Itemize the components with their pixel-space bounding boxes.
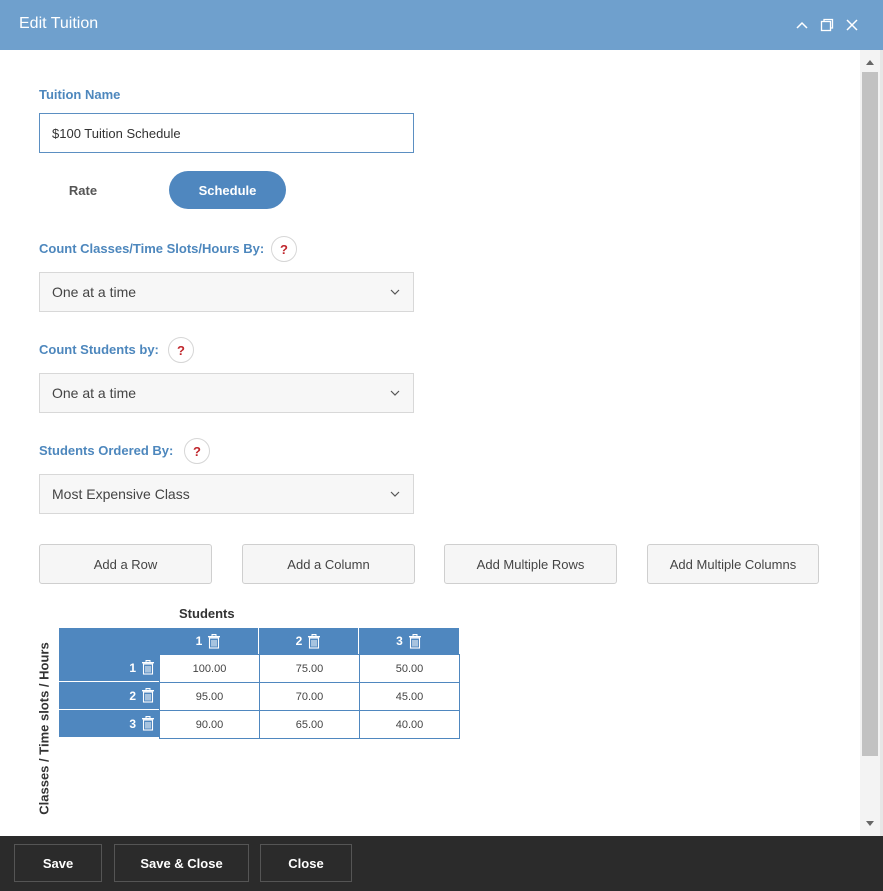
column-header-label: 1: [195, 634, 203, 648]
trash-icon: [142, 660, 154, 675]
minimize-button[interactable]: [793, 16, 811, 34]
count-classes-value: One at a time: [52, 284, 137, 300]
rate-cell[interactable]: 45.00: [359, 682, 460, 711]
trash-icon: [408, 633, 421, 649]
rate-cell[interactable]: 90.00: [159, 710, 260, 739]
add-column-button[interactable]: Add a Column: [242, 544, 415, 584]
count-classes-label: Count Classes/Time Slots/Hours By:: [39, 241, 265, 256]
footer-bar: Save Save & Close Close: [0, 836, 883, 891]
row-header-1: 1: [59, 654, 159, 682]
chevron-up-icon: [796, 21, 808, 29]
column-header-2: 2: [259, 628, 359, 654]
trash-icon: [142, 688, 154, 703]
save-button[interactable]: Save: [14, 844, 102, 882]
add-row-button[interactable]: Add a Row: [39, 544, 212, 584]
rate-cell[interactable]: 100.00: [159, 654, 260, 683]
scroll-down-button[interactable]: [860, 814, 880, 834]
trash-icon: [208, 633, 221, 649]
caret-down-icon: [866, 821, 874, 826]
column-header-label: 3: [396, 634, 403, 648]
delete-row-button[interactable]: [141, 660, 155, 675]
count-students-help-button[interactable]: ?: [168, 337, 194, 363]
row-header-3: 3: [59, 710, 159, 738]
students-ordered-help-button[interactable]: ?: [184, 438, 210, 464]
rate-toggle[interactable]: Rate: [39, 171, 127, 209]
edit-tuition-window: Edit Tuition Tuition Name $100 Tuition S…: [0, 0, 883, 891]
trash-icon: [308, 633, 321, 649]
students-ordered-value: Most Expensive Class: [52, 486, 190, 502]
window-title: Edit Tuition: [19, 15, 99, 32]
row-header-2: 2: [59, 682, 159, 710]
rate-cell[interactable]: 75.00: [259, 654, 360, 683]
delete-column-button[interactable]: [307, 633, 321, 649]
delete-column-button[interactable]: [408, 633, 422, 649]
students-axis-label: Students: [179, 606, 235, 621]
tuition-name-input[interactable]: $100 Tuition Schedule: [39, 113, 414, 153]
delete-column-button[interactable]: [207, 633, 221, 649]
delete-row-button[interactable]: [141, 716, 155, 731]
tuition-name-label: Tuition Name: [39, 87, 121, 102]
restore-icon: [820, 18, 834, 32]
vertical-scrollbar[interactable]: [860, 50, 880, 836]
title-bar: Edit Tuition: [0, 0, 883, 50]
close-window-button[interactable]: [843, 16, 861, 34]
count-classes-help-button[interactable]: ?: [271, 236, 297, 262]
chevron-down-icon: [390, 390, 400, 396]
chevron-down-icon: [390, 491, 400, 497]
schedule-toggle[interactable]: Schedule: [169, 171, 286, 209]
row-header-label: 1: [129, 660, 136, 675]
classes-axis-label-wrap: Classes / Time slots / Hours: [36, 640, 52, 818]
form-content: Tuition Name $100 Tuition Schedule Rate …: [0, 50, 860, 836]
row-header-label: 2: [129, 688, 136, 703]
scroll-thumb[interactable]: [862, 72, 878, 756]
students-ordered-select[interactable]: Most Expensive Class: [39, 474, 414, 514]
classes-axis-label: Classes / Time slots / Hours: [36, 642, 52, 815]
rate-cell[interactable]: 50.00: [359, 654, 460, 683]
delete-row-button[interactable]: [141, 688, 155, 703]
count-students-label: Count Students by:: [39, 342, 159, 357]
students-ordered-label: Students Ordered By:: [39, 443, 174, 458]
maximize-button[interactable]: [818, 16, 836, 34]
add-multiple-rows-button[interactable]: Add Multiple Rows: [444, 544, 617, 584]
rate-cell[interactable]: 70.00: [259, 682, 360, 711]
grid-corner: [59, 628, 159, 654]
scroll-up-button[interactable]: [860, 52, 880, 72]
close-button[interactable]: Close: [260, 844, 352, 882]
chevron-down-icon: [390, 289, 400, 295]
column-header-3: 3: [359, 628, 459, 654]
close-icon: [846, 19, 858, 31]
rate-cell[interactable]: 95.00: [159, 682, 260, 711]
rate-cell[interactable]: 40.00: [359, 710, 460, 739]
count-students-select[interactable]: One at a time: [39, 373, 414, 413]
count-students-value: One at a time: [52, 385, 137, 401]
save-and-close-button[interactable]: Save & Close: [114, 844, 249, 882]
count-classes-select[interactable]: One at a time: [39, 272, 414, 312]
row-header-label: 3: [129, 716, 136, 731]
column-header-1: 1: [159, 628, 259, 654]
caret-up-icon: [866, 60, 874, 65]
column-header-label: 2: [295, 634, 303, 648]
trash-icon: [142, 716, 154, 731]
rate-cell[interactable]: 65.00: [259, 710, 360, 739]
add-multiple-columns-button[interactable]: Add Multiple Columns: [647, 544, 819, 584]
